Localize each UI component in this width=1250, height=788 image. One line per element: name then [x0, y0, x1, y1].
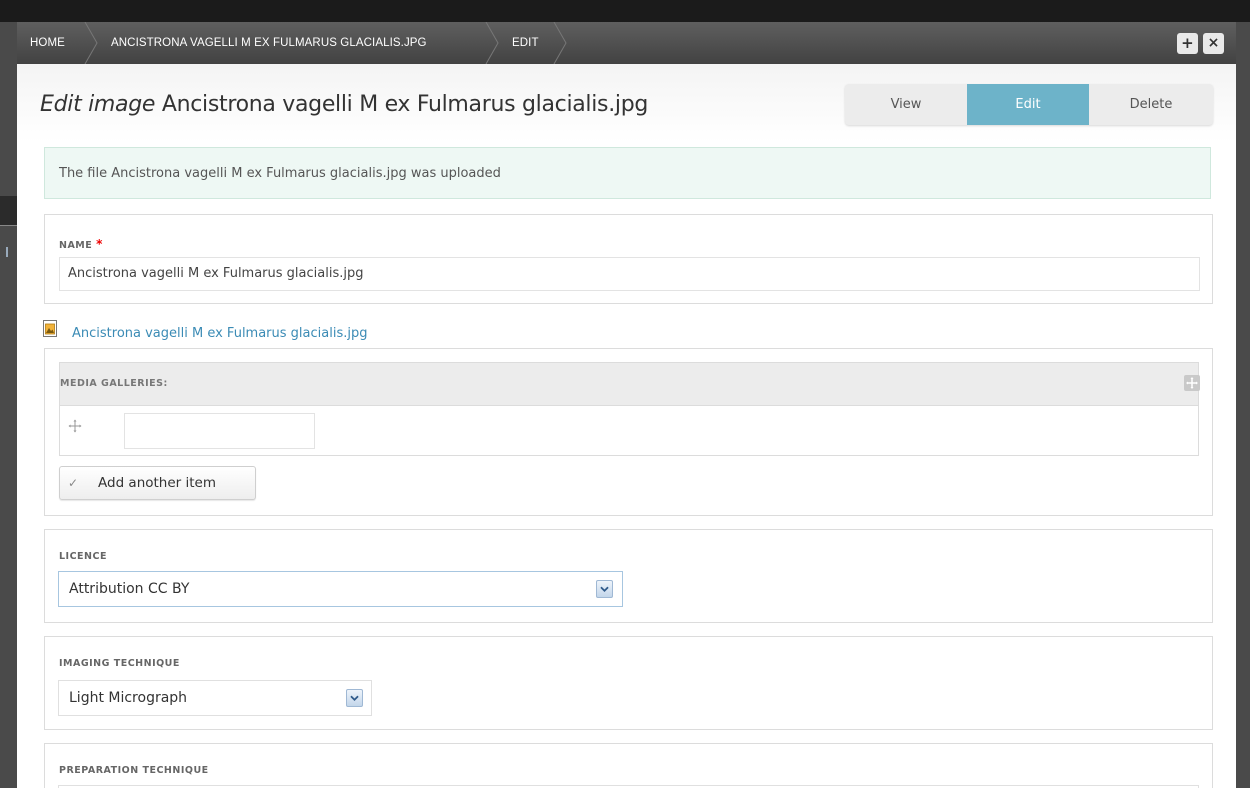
chevron-down-icon: [596, 580, 613, 598]
plus-icon[interactable]: +: [1177, 33, 1198, 54]
imaging-technique-selected: Light Micrograph: [69, 690, 188, 706]
add-another-item-button[interactable]: ✓ Add another item: [59, 466, 256, 500]
page-backdrop-right: [1236, 22, 1250, 788]
breadcrumb-separator: [553, 22, 567, 64]
breadcrumb-separator: [84, 22, 98, 64]
page-backdrop-left: [0, 22, 17, 788]
name-label: NAME *: [59, 237, 103, 251]
licence-select[interactable]: Attribution CC BY: [58, 571, 623, 607]
page-title-prefix: Edit image: [40, 92, 156, 117]
page-title-name: Ancistrona vagelli M ex Fulmarus glacial…: [161, 92, 649, 117]
tab-view[interactable]: View: [845, 84, 967, 125]
chevron-down-icon: [346, 689, 363, 707]
name-field[interactable]: Ancistrona vagelli M ex Fulmarus glacial…: [59, 257, 1200, 291]
preparation-technique-label: PREPARATION TECHNIQUE: [59, 765, 209, 776]
imaging-technique-label: IMAGING TECHNIQUE: [59, 658, 180, 669]
tab-delete[interactable]: Delete: [1089, 84, 1213, 125]
licence-fieldset: LICENCE Attribution CC BY: [44, 529, 1213, 623]
media-galleries-header: MEDIA GALLERIES:: [59, 362, 1200, 405]
breadcrumb-home[interactable]: HOME: [30, 22, 65, 64]
file-link[interactable]: Ancistrona vagelli M ex Fulmarus glacial…: [72, 326, 367, 341]
check-icon: ✓: [68, 476, 79, 490]
name-label-text: NAME: [59, 240, 93, 251]
licence-label: LICENCE: [59, 551, 107, 562]
preparation-technique-fieldset: PREPARATION TECHNIQUE: [44, 743, 1213, 788]
primary-tabs: View Edit Delete: [845, 84, 1213, 125]
close-icon[interactable]: ×: [1203, 33, 1224, 54]
media-galleries-fieldset: MEDIA GALLERIES: ✓ Add another item: [44, 348, 1213, 516]
name-fieldset: NAME * Ancistrona vagelli M ex Fulmarus …: [44, 214, 1213, 304]
backdrop-mark: [6, 247, 8, 257]
drag-toggle-icon[interactable]: [1184, 375, 1200, 391]
image-file-icon: [43, 320, 57, 337]
imaging-technique-fieldset: IMAGING TECHNIQUE Light Micrograph: [44, 636, 1213, 730]
breadcrumb-separator: [485, 22, 499, 64]
breadcrumb-edit: EDIT: [512, 37, 539, 49]
imaging-technique-select[interactable]: Light Micrograph: [58, 680, 372, 716]
status-message: The file Ancistrona vagelli M ex Fulmaru…: [44, 147, 1211, 199]
drag-handle-icon[interactable]: [68, 419, 82, 433]
breadcrumb-file[interactable]: ANCISTRONA VAGELLI M EX FULMARUS GLACIAL…: [111, 22, 427, 64]
backdrop-strip: [0, 196, 17, 226]
overlay-dialog: HOME ANCISTRONA VAGELLI M EX FULMARUS GL…: [17, 22, 1236, 788]
required-marker: *: [96, 237, 103, 251]
page-backdrop-top: [0, 0, 1250, 22]
add-another-item-label: Add another item: [98, 475, 217, 491]
media-galleries-label-text: MEDIA GALLERIES: [60, 378, 164, 389]
page-title: Edit image Ancistrona vagelli M ex Fulma…: [40, 92, 648, 117]
backdrop-divider: [0, 225, 17, 226]
overlay-toolbar: HOME ANCISTRONA VAGELLI M EX FULMARUS GL…: [17, 22, 1236, 64]
table-row: [59, 405, 1199, 456]
licence-selected: Attribution CC BY: [69, 581, 190, 597]
media-galleries-label-colon: :: [163, 378, 168, 389]
tab-edit[interactable]: Edit: [967, 84, 1089, 125]
media-gallery-input[interactable]: [124, 413, 315, 449]
media-galleries-label: MEDIA GALLERIES:: [60, 378, 168, 389]
